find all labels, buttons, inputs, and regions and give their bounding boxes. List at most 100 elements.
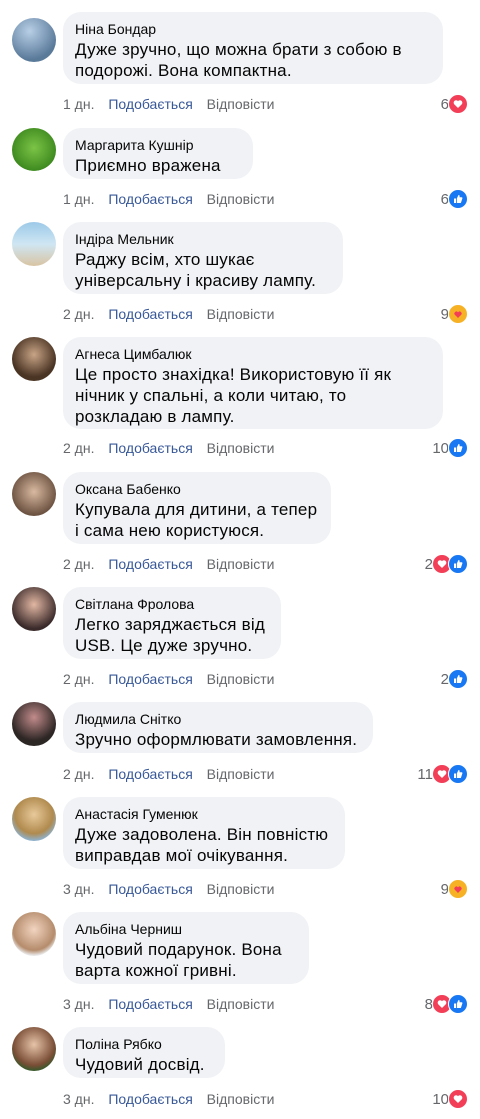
avatar[interactable]	[12, 18, 56, 62]
comment-meta: 2 дн. Подобається Відповісти	[63, 305, 284, 323]
like-button[interactable]: Подобається	[108, 439, 192, 457]
comment-author[interactable]: Альбіна Черниш	[75, 920, 297, 938]
like-button[interactable]: Подобається	[108, 880, 192, 898]
reactions[interactable]: 2	[425, 554, 468, 574]
comment-text: Дуже зручно, що можна брати з собою в по…	[75, 40, 402, 80]
reaction-count: 10	[432, 439, 449, 457]
comment-meta: 3 дн. Подобається Відповісти	[63, 880, 284, 898]
reactions[interactable]: 6	[441, 189, 468, 209]
comment-text: Це просто знахідка! Використовую її як н…	[75, 365, 392, 426]
avatar[interactable]	[12, 797, 56, 841]
comment-author[interactable]: Анастасія Гуменюк	[75, 805, 333, 823]
reply-button[interactable]: Відповісти	[207, 555, 275, 573]
comment-meta: 1 дн. Подобається Відповісти	[63, 190, 284, 208]
comment-bubble: Людмила Снітко Зручно оформлювати замовл…	[63, 702, 373, 753]
reactions[interactable]: 6	[441, 94, 468, 114]
comment-time[interactable]: 2 дн.	[63, 305, 94, 323]
comment-bubble: Агнеса Цимбалюк Це просто знахідка! Вико…	[63, 337, 443, 429]
comment-author[interactable]: Ніна Бондар	[75, 20, 431, 38]
comment-time[interactable]: 2 дн.	[63, 765, 94, 783]
comment-bubble: Маргарита Кушнір Приємно вражена	[63, 128, 253, 179]
reactions[interactable]: 8	[425, 994, 468, 1014]
reactions[interactable]: 9	[441, 304, 468, 324]
comment-text: Легко заряджається від USB. Це дуже зруч…	[75, 615, 265, 655]
reply-button[interactable]: Відповісти	[207, 190, 275, 208]
comment-author[interactable]: Маргарита Кушнір	[75, 136, 241, 154]
comment-time[interactable]: 3 дн.	[63, 995, 94, 1013]
comment-bubble: Ніна Бондар Дуже зручно, що можна брати …	[63, 12, 443, 84]
reply-button[interactable]: Відповісти	[207, 670, 275, 688]
comment-meta: 2 дн. Подобається Відповісти	[63, 555, 284, 573]
reply-button[interactable]: Відповісти	[207, 995, 275, 1013]
comment-time[interactable]: 1 дн.	[63, 95, 94, 113]
heart-icon	[448, 94, 468, 114]
care-icon	[448, 879, 468, 899]
reply-button[interactable]: Відповісти	[207, 1090, 275, 1108]
avatar[interactable]	[12, 222, 56, 266]
comment-time[interactable]: 2 дн.	[63, 670, 94, 688]
like-button[interactable]: Подобається	[108, 670, 192, 688]
like-button[interactable]: Подобається	[108, 1090, 192, 1108]
comment-bubble: Індіра Мельник Раджу всім, хто шукає уні…	[63, 222, 343, 294]
comment-author[interactable]: Індіра Мельник	[75, 230, 331, 248]
reaction-count: 11	[417, 765, 433, 783]
comment-author[interactable]: Оксана Бабенко	[75, 480, 319, 498]
reply-button[interactable]: Відповісти	[207, 765, 275, 783]
comment-time[interactable]: 2 дн.	[63, 555, 94, 573]
reactions[interactable]: 11	[417, 764, 468, 784]
avatar[interactable]	[12, 128, 56, 172]
avatar[interactable]	[12, 337, 56, 381]
comment-bubble: Оксана Бабенко Купувала для дитини, а те…	[63, 472, 331, 544]
like-button[interactable]: Подобається	[108, 95, 192, 113]
reply-button[interactable]: Відповісти	[207, 95, 275, 113]
comment-bubble: Світлана Фролова Легко заряджається від …	[63, 587, 281, 659]
comment-text: Чудовий досвід.	[75, 1055, 205, 1074]
comment-time[interactable]: 1 дн.	[63, 190, 94, 208]
reaction-count: 10	[432, 1090, 449, 1108]
comment-text: Дуже задоволена. Він повністю виправдав …	[75, 825, 329, 865]
like-button[interactable]: Подобається	[108, 995, 192, 1013]
comment-text: Приємно вражена	[75, 156, 221, 175]
comment-time[interactable]: 3 дн.	[63, 880, 94, 898]
reply-button[interactable]: Відповісти	[207, 880, 275, 898]
reactions[interactable]: 9	[441, 879, 468, 899]
like-button[interactable]: Подобається	[108, 305, 192, 323]
reactions[interactable]: 10	[432, 438, 468, 458]
thumbs-up-icon	[448, 669, 468, 689]
avatar[interactable]	[12, 587, 56, 631]
reply-button[interactable]: Відповісти	[207, 439, 275, 457]
comment-time[interactable]: 2 дн.	[63, 439, 94, 457]
reactions[interactable]: 10	[432, 1089, 468, 1109]
comment-author[interactable]: Поліна Рябко	[75, 1035, 213, 1053]
reactions[interactable]: 2	[441, 669, 468, 689]
care-icon	[448, 304, 468, 324]
comment-meta: 2 дн. Подобається Відповісти	[63, 670, 284, 688]
thumbs-up-icon	[448, 438, 468, 458]
comment-meta: 1 дн. Подобається Відповісти	[63, 95, 284, 113]
comment-meta: 3 дн. Подобається Відповісти	[63, 995, 284, 1013]
like-button[interactable]: Подобається	[108, 555, 192, 573]
comment-bubble: Поліна Рябко Чудовий досвід.	[63, 1027, 225, 1078]
comment-text: Зручно оформлювати замовлення.	[75, 730, 358, 749]
reply-button[interactable]: Відповісти	[207, 305, 275, 323]
thumbs-up-icon	[448, 189, 468, 209]
comment-time[interactable]: 3 дн.	[63, 1090, 94, 1108]
avatar[interactable]	[12, 472, 56, 516]
like-button[interactable]: Подобається	[108, 765, 192, 783]
comment-meta: 2 дн. Подобається Відповісти	[63, 765, 284, 783]
comment-meta: 3 дн. Подобається Відповісти	[63, 1090, 284, 1108]
avatar[interactable]	[12, 912, 56, 956]
comment-text: Купувала для дитини, а тепер і сама нею …	[75, 500, 318, 540]
comment-bubble: Альбіна Черниш Чудовий подарунок. Вона в…	[63, 912, 309, 984]
like-button[interactable]: Подобається	[108, 190, 192, 208]
avatar[interactable]	[12, 702, 56, 746]
comment-meta: 2 дн. Подобається Відповісти	[63, 439, 284, 457]
comment-text: Раджу всім, хто шукає універсальну і кра…	[75, 250, 317, 290]
comment-text: Чудовий подарунок. Вона варта кожної гри…	[75, 940, 282, 980]
thumbs-up-icon	[448, 994, 468, 1014]
thumbs-up-icon	[448, 554, 468, 574]
comment-author[interactable]: Світлана Фролова	[75, 595, 269, 613]
comment-author[interactable]: Людмила Снітко	[75, 710, 361, 728]
comment-author[interactable]: Агнеса Цимбалюк	[75, 345, 431, 363]
avatar[interactable]	[12, 1027, 56, 1071]
